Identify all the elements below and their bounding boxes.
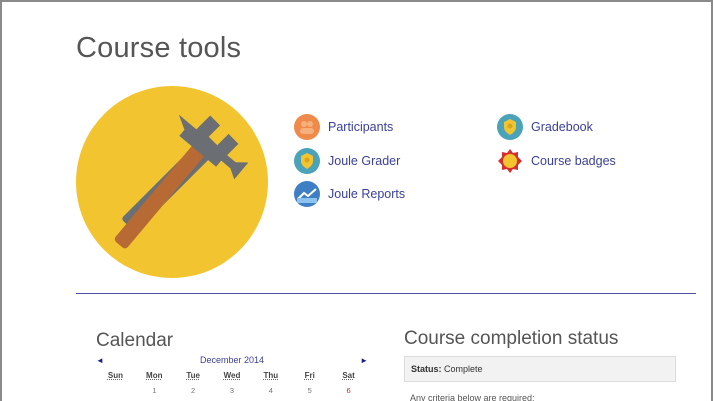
calendar-day[interactable]: 3 (213, 386, 252, 395)
tool-course-badges[interactable]: Course badges (497, 148, 616, 174)
calendar-next-month-button[interactable]: ► (360, 356, 368, 365)
status-value: Complete (444, 364, 483, 374)
completion-status-box: Status: Complete (404, 356, 676, 382)
tool-participants[interactable]: Participants (294, 114, 393, 140)
calendar-day[interactable]: 1 (135, 386, 174, 395)
section-divider (76, 293, 696, 294)
calendar-grid: Sun Mon Tue Wed Thu Fri Sat 1 2 3 4 5 6 (96, 371, 368, 395)
tool-label: Course badges (531, 154, 616, 168)
calendar: ◄ December 2014 ► Sun Mon Tue Wed Thu Fr… (96, 355, 368, 395)
calendar-day-name: Wed (223, 371, 241, 380)
calendar-day[interactable]: 6 (329, 386, 368, 395)
tool-joule-grader[interactable]: Joule Grader (294, 148, 400, 174)
calendar-day-name: Fri (304, 371, 315, 380)
hero-illustration (76, 86, 268, 278)
completion-title: Course completion status (404, 328, 619, 349)
gradebook-icon (497, 114, 523, 140)
calendar-day[interactable]: 5 (290, 386, 329, 395)
tool-joule-reports[interactable]: Joule Reports (294, 181, 405, 207)
calendar-title: Calendar (96, 330, 174, 351)
tool-gradebook[interactable]: Gradebook (497, 114, 593, 140)
calendar-day-name: Sat (342, 371, 355, 380)
calendar-day-name: Mon (146, 371, 163, 380)
tool-label: Gradebook (531, 120, 593, 134)
calendar-header: ◄ December 2014 ► (96, 355, 368, 367)
tool-label: Joule Reports (328, 187, 406, 201)
calendar-day[interactable]: 2 (174, 386, 213, 395)
calendar-day (96, 386, 135, 395)
course-tools-frame: Course tools Participants Joule Grader J… (0, 0, 713, 401)
joule-reports-icon (294, 181, 320, 207)
calendar-day-name: Thu (263, 371, 279, 380)
calendar-day[interactable]: 4 (251, 386, 290, 395)
criteria-text: Any criteria below are required: (410, 393, 535, 401)
status-label: Status: (411, 364, 442, 374)
participants-icon (294, 114, 320, 140)
wrench-hammer-icon (76, 86, 268, 278)
page-title: Course tools (76, 32, 242, 64)
calendar-day-name: Tue (186, 371, 200, 380)
calendar-day-name: Sun (107, 371, 123, 380)
course-badges-icon (497, 148, 523, 174)
tool-label: Participants (328, 120, 394, 134)
calendar-month-label: December 2014 (199, 355, 265, 365)
tool-label: Joule Grader (328, 154, 401, 168)
joule-grader-icon (294, 148, 320, 174)
